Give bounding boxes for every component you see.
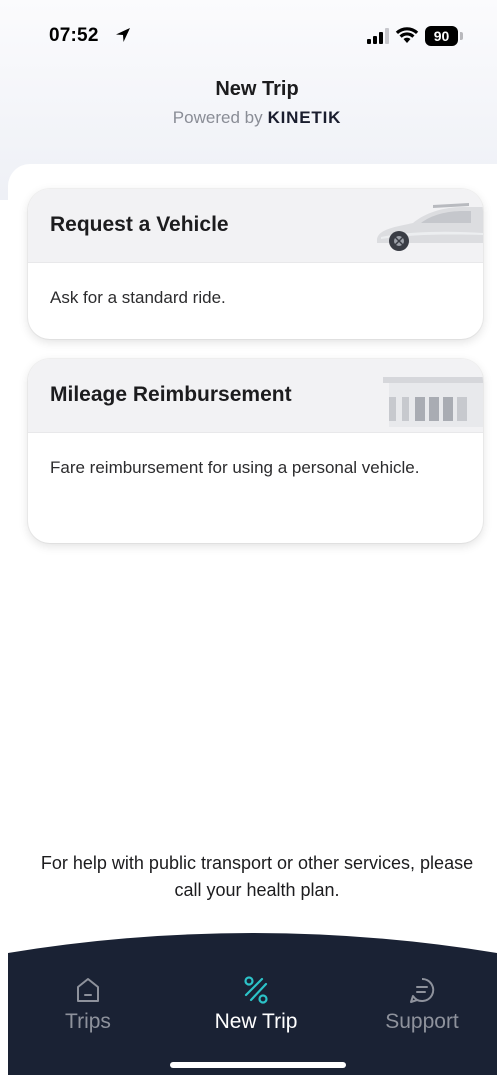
card-header: Mileage Reimbursement: [28, 359, 483, 433]
tab-support[interactable]: Support: [352, 975, 492, 1034]
card-title: Request a Vehicle: [50, 213, 229, 236]
home-indicator: [170, 1062, 346, 1068]
chat-icon: [410, 977, 435, 1003]
battery-cap: [460, 32, 463, 40]
tab-trips[interactable]: Trips: [18, 975, 158, 1034]
status-bar: 07:52 90: [0, 0, 497, 70]
card-header: Request a Vehicle: [28, 189, 483, 263]
page-title: New Trip: [215, 78, 299, 100]
status-time: 07:52: [49, 25, 99, 46]
wifi-icon: [395, 27, 419, 43]
signal-bars-icon: [367, 28, 389, 44]
card-title: Mileage Reimbursement: [50, 383, 292, 406]
tab-bar: Trips New Trip Support: [8, 925, 497, 1075]
battery-icon: 90: [425, 26, 458, 46]
route-icon: [244, 976, 268, 1004]
help-text: For help with public transport or other …: [40, 853, 474, 900]
tab-label: Trips: [65, 1010, 111, 1033]
tab-label: Support: [385, 1010, 459, 1033]
tab-label: New Trip: [214, 1010, 298, 1033]
gas-station-illustration: [383, 377, 483, 427]
brand-logo: KINETIK: [267, 108, 342, 127]
card-description: Fare reimbursement for using a personal …: [50, 458, 420, 477]
powered-by: Powered by KINETIK: [0, 108, 497, 128]
mileage-reimbursement-card[interactable]: Mileage Reimbursement Fare reimbursement…: [28, 359, 483, 543]
card-description: Ask for a standard ride.: [50, 288, 226, 307]
powered-by-label: Powered by: [172, 108, 263, 127]
home-icon: [77, 978, 99, 1002]
request-vehicle-card[interactable]: Request a Vehicle Ask for a standard rid…: [28, 189, 483, 339]
tab-new-trip[interactable]: New Trip: [186, 975, 326, 1034]
location-arrow-icon: [116, 28, 130, 42]
car-illustration: [377, 203, 483, 251]
